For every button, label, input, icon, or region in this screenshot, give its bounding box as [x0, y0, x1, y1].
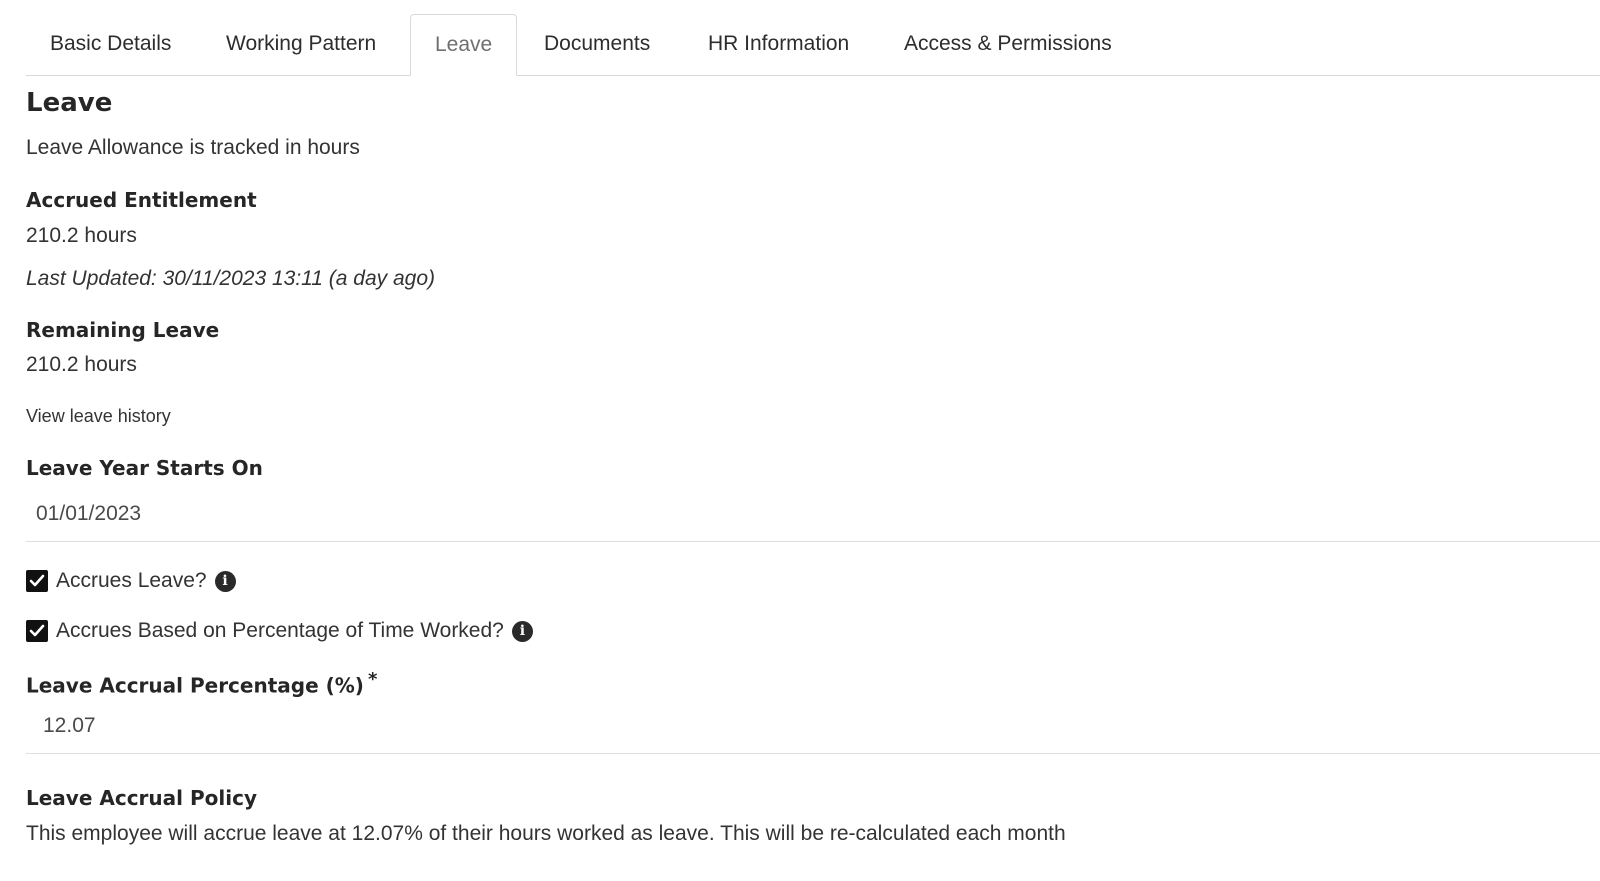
accrual-policy-label: Leave Accrual Policy [26, 786, 257, 810]
accrues-leave-label: Accrues Leave? [56, 569, 207, 592]
accrues-leave-row: Accrues Leave? i [26, 568, 236, 594]
last-updated-text: Last Updated: 30/11/2023 13:11 (a day ag… [26, 267, 436, 290]
tab-basic-details[interactable]: Basic Details [26, 14, 195, 74]
accrued-entitlement-label: Accrued Entitlement [26, 188, 257, 212]
leave-year-start-field[interactable]: 01/01/2023 [26, 488, 1600, 542]
leave-year-start-label: Leave Year Starts On [26, 456, 263, 480]
accrues-percentage-row: Accrues Based on Percentage of Time Work… [26, 618, 533, 644]
accrued-entitlement-value: 210.2 hours [26, 224, 137, 247]
accrues-leave-checkbox[interactable] [26, 570, 48, 592]
accrues-percentage-checkbox[interactable] [26, 620, 48, 642]
leave-year-start-value: 01/01/2023 [36, 502, 142, 525]
accrual-percentage-input[interactable]: 12.07 [26, 700, 1600, 754]
tab-hr-information[interactable]: HR Information [684, 14, 873, 74]
accrual-percentage-label: Leave Accrual Percentage (%) * [26, 669, 377, 698]
accrual-percentage-label-text: Leave Accrual Percentage (%) [26, 673, 364, 698]
view-leave-history-link[interactable]: View leave history [26, 406, 171, 427]
required-marker: * [367, 669, 378, 690]
checkmark-icon [29, 624, 45, 637]
tab-working-pattern[interactable]: Working Pattern [202, 14, 400, 74]
info-icon[interactable]: i [214, 570, 236, 592]
tab-documents[interactable]: Documents [520, 14, 674, 74]
accrues-percentage-label: Accrues Based on Percentage of Time Work… [56, 619, 504, 642]
remaining-leave-label: Remaining Leave [26, 318, 220, 342]
accrual-policy-text: This employee will accrue leave at 12.07… [26, 822, 1066, 845]
remaining-leave-value: 210.2 hours [26, 353, 137, 376]
checkmark-icon [29, 574, 45, 587]
info-icon[interactable]: i [511, 620, 533, 642]
page-title: Leave [26, 88, 113, 118]
allowance-note: Leave Allowance is tracked in hours [26, 136, 360, 159]
tab-access-permissions[interactable]: Access & Permissions [880, 14, 1136, 74]
accrual-percentage-value: 12.07 [43, 714, 96, 737]
tab-bar: Basic Details Working Pattern Leave Docu… [26, 14, 1600, 76]
tab-leave[interactable]: Leave [410, 14, 517, 76]
